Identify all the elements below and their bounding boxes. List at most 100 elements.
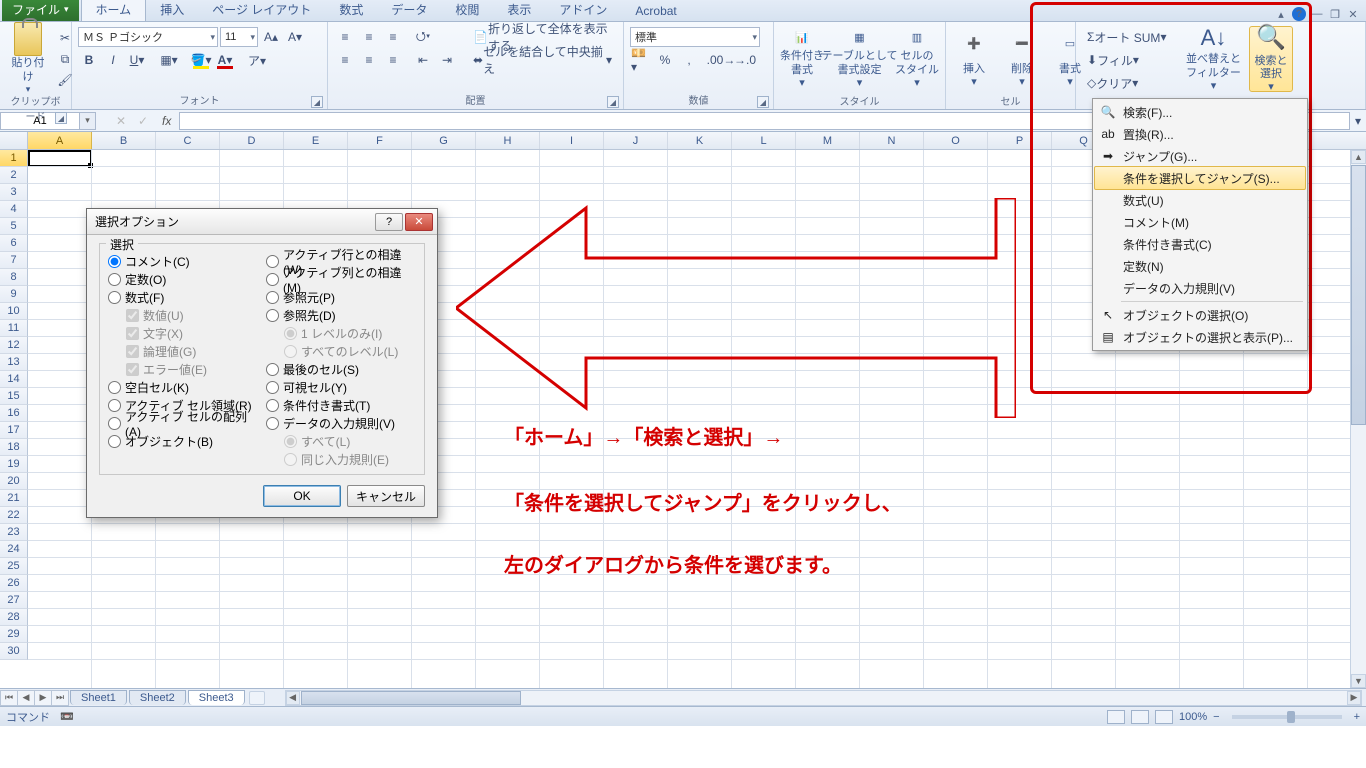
col-header-H[interactable]: H: [476, 132, 540, 149]
sort-filter-button[interactable]: A↓並べ替えと フィルター▾: [1182, 26, 1245, 92]
cancel-formula-icon[interactable]: ✕: [110, 111, 132, 131]
col-header-A[interactable]: A: [28, 132, 92, 149]
sheet-tab-2[interactable]: Sheet2: [129, 690, 186, 705]
align-top-button[interactable]: ≡: [334, 27, 356, 47]
radio-direct[interactable]: 1 レベルのみ(I): [266, 324, 416, 342]
col-header-M[interactable]: M: [796, 132, 860, 149]
orientation-button[interactable]: ⭯▾: [412, 27, 434, 47]
radio-last-cell[interactable]: 最後のセル(S): [266, 360, 416, 378]
menu-condfmt[interactable]: 条件付き書式(C): [1095, 233, 1305, 255]
autosum-button[interactable]: Σ オート SUM ▾: [1082, 27, 1171, 47]
hscroll-left[interactable]: ◀: [286, 691, 300, 705]
menu-constants[interactable]: 定数(N): [1095, 255, 1305, 277]
row-header-10[interactable]: 10: [0, 303, 28, 320]
check-logicals[interactable]: 論理値(G): [108, 342, 258, 360]
tab-formulas[interactable]: 数式: [325, 0, 377, 21]
row-header-17[interactable]: 17: [0, 422, 28, 439]
decrease-font-button[interactable]: A▾: [284, 27, 306, 47]
name-box-drop[interactable]: ▾: [80, 112, 96, 130]
check-numbers[interactable]: 数値(U): [108, 306, 258, 324]
col-header-O[interactable]: O: [924, 132, 988, 149]
row-header-13[interactable]: 13: [0, 354, 28, 371]
cell-styles-button[interactable]: ▥セルの スタイル▾: [895, 26, 939, 92]
row-header-26[interactable]: 26: [0, 575, 28, 592]
menu-formulas[interactable]: 数式(U): [1095, 189, 1305, 211]
col-header-J[interactable]: J: [604, 132, 668, 149]
align-center-button[interactable]: ≡: [358, 50, 380, 70]
clipboard-launcher[interactable]: ◢: [55, 112, 67, 124]
radio-dependents[interactable]: 参照先(D): [266, 306, 416, 324]
dialog-cancel-button[interactable]: キャンセル: [347, 485, 425, 507]
tab-review[interactable]: 校閲: [441, 0, 493, 21]
window-close-icon[interactable]: ✕: [1346, 7, 1360, 21]
row-header-23[interactable]: 23: [0, 524, 28, 541]
tab-acrobat[interactable]: Acrobat: [621, 1, 690, 21]
row-header-22[interactable]: 22: [0, 507, 28, 524]
percent-button[interactable]: %: [654, 50, 676, 70]
col-header-P[interactable]: P: [988, 132, 1052, 149]
radio-comments[interactable]: コメント(C): [108, 252, 258, 270]
window-minimize-icon[interactable]: —: [1310, 7, 1324, 21]
row-header-14[interactable]: 14: [0, 371, 28, 388]
increase-font-button[interactable]: A▴: [260, 27, 282, 47]
italic-button[interactable]: I: [102, 50, 124, 70]
bold-button[interactable]: B: [78, 50, 100, 70]
conditional-format-button[interactable]: 📊条件付き 書式▾: [780, 26, 824, 92]
align-bottom-button[interactable]: ≡: [382, 27, 404, 47]
menu-replace[interactable]: ab置換(R)...: [1095, 123, 1305, 145]
col-header-C[interactable]: C: [156, 132, 220, 149]
radio-all-validation[interactable]: すべて(L): [266, 432, 416, 450]
row-header-4[interactable]: 4: [0, 201, 28, 218]
view-pagebreak-button[interactable]: [1155, 710, 1173, 724]
col-header-K[interactable]: K: [668, 132, 732, 149]
row-header-6[interactable]: 6: [0, 235, 28, 252]
radio-array[interactable]: アクティブ セルの配列(A): [108, 414, 258, 432]
vertical-scrollbar[interactable]: ▲ ▼: [1350, 150, 1366, 688]
tab-home[interactable]: ホーム: [81, 0, 147, 21]
merge-center-button[interactable]: ⬌ セルを結合して中央揃え ▾: [468, 50, 617, 70]
tab-view[interactable]: 表示: [493, 0, 545, 21]
hscroll-right[interactable]: ▶: [1347, 691, 1361, 705]
sheet-tab-1[interactable]: Sheet1: [70, 690, 127, 705]
view-layout-button[interactable]: [1131, 710, 1149, 724]
number-format-combo[interactable]: 標準: [630, 27, 760, 47]
font-color-button[interactable]: A▾: [214, 50, 236, 70]
check-text[interactable]: 文字(X): [108, 324, 258, 342]
tab-page-layout[interactable]: ページ レイアウト: [198, 0, 325, 21]
hscroll-thumb[interactable]: [301, 691, 521, 705]
menu-select-objects[interactable]: ↖オブジェクトの選択(O): [1095, 304, 1305, 326]
font-name-combo[interactable]: ＭＳ Ｐゴシック: [78, 27, 218, 47]
row-header-30[interactable]: 30: [0, 643, 28, 660]
menu-validation[interactable]: データの入力規則(V): [1095, 277, 1305, 299]
decrease-indent-button[interactable]: ⇤: [412, 50, 434, 70]
menu-find[interactable]: 🔍検索(F)...: [1095, 101, 1305, 123]
font-launcher[interactable]: ◢: [311, 96, 323, 108]
sheet-tab-3[interactable]: Sheet3: [188, 690, 245, 705]
row-header-15[interactable]: 15: [0, 388, 28, 405]
row-header-20[interactable]: 20: [0, 473, 28, 490]
col-header-G[interactable]: G: [412, 132, 476, 149]
align-middle-button[interactable]: ≡: [358, 27, 380, 47]
menu-goto-special[interactable]: 条件を選択してジャンプ(S)...: [1094, 166, 1306, 190]
insert-cells-button[interactable]: ➕挿入▾: [952, 26, 996, 92]
radio-formulas[interactable]: 数式(F): [108, 288, 258, 306]
col-header-L[interactable]: L: [732, 132, 796, 149]
dialog-titlebar[interactable]: 選択オプション ? ✕: [87, 209, 437, 235]
row-header-16[interactable]: 16: [0, 405, 28, 422]
tab-addin[interactable]: アドイン: [545, 0, 621, 21]
row-header-28[interactable]: 28: [0, 609, 28, 626]
menu-comments[interactable]: コメント(M): [1095, 211, 1305, 233]
row-header-27[interactable]: 27: [0, 592, 28, 609]
zoom-level[interactable]: 100%: [1179, 711, 1207, 723]
col-header-D[interactable]: D: [220, 132, 284, 149]
fill-color-button[interactable]: 🪣▾: [190, 50, 212, 70]
row-header-24[interactable]: 24: [0, 541, 28, 558]
delete-cells-button[interactable]: ➖削除▾: [1000, 26, 1044, 92]
find-select-button[interactable]: 🔍検索と 選択▾: [1249, 26, 1293, 92]
col-header-N[interactable]: N: [860, 132, 924, 149]
tab-insert[interactable]: 挿入: [146, 0, 198, 21]
fill-button[interactable]: ⬇ フィル ▾: [1082, 50, 1144, 70]
phonetic-button[interactable]: ア▾: [246, 50, 268, 70]
col-header-B[interactable]: B: [92, 132, 156, 149]
decrease-decimal-button[interactable]: →.0: [734, 50, 756, 70]
